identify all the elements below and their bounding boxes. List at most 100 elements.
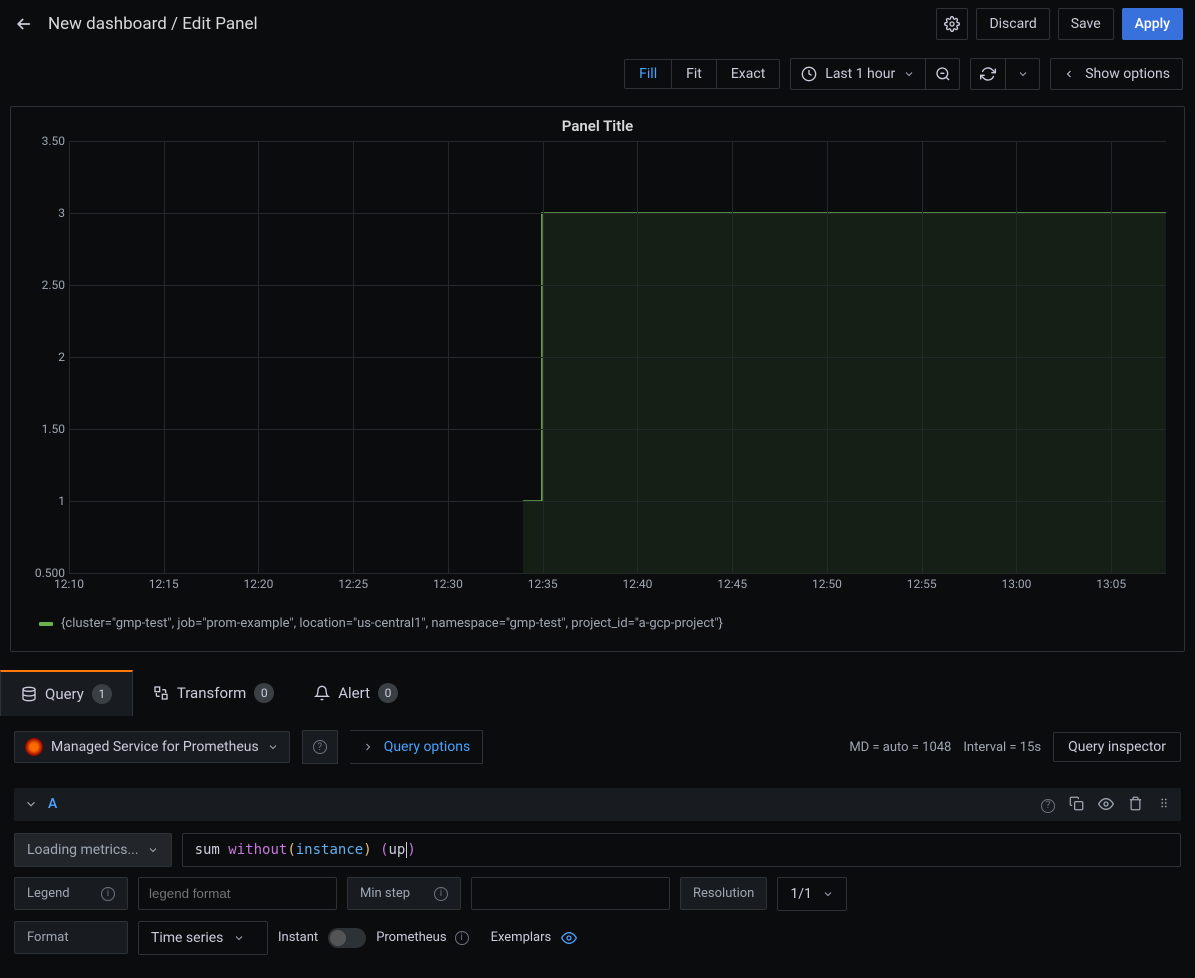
info-icon: i <box>455 931 469 945</box>
zoom-out-button[interactable] <box>925 59 959 89</box>
legend-swatch <box>39 622 53 626</box>
x-tick-label: 12:40 <box>622 577 652 591</box>
y-tick-label: 3.50 <box>42 134 65 148</box>
refresh-group <box>970 58 1040 90</box>
panel-title: Panel Title <box>11 107 1184 141</box>
query-ref-label[interactable]: A <box>48 796 1041 812</box>
query-inspector-button[interactable]: Query inspector <box>1053 732 1181 762</box>
time-range-label: Last 1 hour <box>825 66 895 82</box>
back-button[interactable] <box>12 12 36 36</box>
time-range-picker: Last 1 hour <box>790 58 960 90</box>
datasource-name: Managed Service for Prometheus <box>51 739 259 755</box>
tab-alert-label: Alert <box>338 684 370 702</box>
breadcrumb: New dashboard / Edit Panel <box>48 14 936 34</box>
chevron-down-icon <box>233 932 245 944</box>
refresh-button[interactable] <box>971 59 1005 89</box>
info-icon: i <box>101 887 115 901</box>
discard-button[interactable]: Discard <box>976 8 1049 40</box>
resolution-select[interactable]: 1/1 <box>777 877 847 911</box>
resolution-value: 1/1 <box>790 886 812 902</box>
format-select[interactable]: Time series <box>138 921 268 955</box>
metrics-browser-label: Loading metrics... <box>27 842 139 858</box>
chart-area[interactable]: 0.50011.5022.5033.50 <box>69 141 1166 573</box>
save-button[interactable]: Save <box>1058 8 1114 40</box>
delete-query-button[interactable] <box>1128 796 1143 813</box>
chevron-down-icon <box>24 797 38 811</box>
x-tick-label: 12:30 <box>433 577 463 591</box>
prometheus-label: Prometheus i <box>376 930 468 945</box>
exemplars-group: Exemplars <box>491 930 578 946</box>
datasource-row: Managed Service for Prometheus ? Query o… <box>0 716 1195 778</box>
chevron-down-icon <box>822 888 834 900</box>
chevron-down-icon <box>1017 68 1029 80</box>
exact-button[interactable]: Exact <box>717 60 779 88</box>
trash-icon <box>1128 796 1143 811</box>
x-tick-label: 13:05 <box>1096 577 1126 591</box>
tab-query-label: Query <box>45 685 84 703</box>
x-tick-label: 13:00 <box>1001 577 1031 591</box>
legend-text: {cluster="gmp-test", job="prom-example",… <box>61 616 723 631</box>
chevron-left-icon <box>1063 68 1075 80</box>
y-tick-label: 2.50 <box>42 278 65 292</box>
x-tick-label: 12:25 <box>338 577 368 591</box>
refresh-interval-button[interactable] <box>1005 59 1039 89</box>
clock-icon <box>801 66 817 82</box>
format-value: Time series <box>151 930 223 946</box>
fill-button[interactable]: Fill <box>625 60 672 88</box>
chevron-down-icon <box>903 68 915 80</box>
md-info: MD = auto = 1048 <box>849 740 951 755</box>
tab-transform[interactable]: Transform 0 <box>133 670 294 716</box>
x-tick-label: 12:45 <box>717 577 747 591</box>
show-options-label: Show options <box>1085 66 1170 82</box>
tab-alert[interactable]: Alert 0 <box>294 670 418 716</box>
database-icon <box>21 686 37 702</box>
query-expression-input[interactable]: sum without(instance) (up) <box>182 833 1181 867</box>
toggle-query-visibility-button[interactable] <box>1098 796 1114 813</box>
panel-frame: Panel Title 0.50011.5022.5033.50 12:1012… <box>10 106 1185 652</box>
instant-label: Instant <box>278 930 318 945</box>
datasource-picker[interactable]: Managed Service for Prometheus <box>14 731 290 763</box>
duplicate-query-button[interactable] <box>1069 796 1084 813</box>
prometheus-logo-icon <box>25 738 43 756</box>
format-field-label: Format <box>14 921 128 954</box>
collapse-query-button[interactable] <box>24 797 38 811</box>
metrics-browser-button[interactable]: Loading metrics... <box>14 833 172 867</box>
show-options-button[interactable]: Show options <box>1050 58 1183 90</box>
copy-icon <box>1069 796 1084 811</box>
query-options-label: Query options <box>384 739 471 755</box>
exemplars-label: Exemplars <box>491 930 552 945</box>
exemplars-toggle[interactable] <box>561 930 577 946</box>
tabs-bar: Query 1 Transform 0 Alert 0 <box>0 670 1195 716</box>
tab-query[interactable]: Query 1 <box>0 670 133 716</box>
x-tick-label: 12:10 <box>54 577 84 591</box>
y-tick-label: 3 <box>58 206 65 220</box>
datasource-help-button[interactable]: ? <box>302 730 338 764</box>
fit-button[interactable]: Fit <box>672 60 717 88</box>
query-header: A ? <box>14 788 1181 821</box>
instant-toggle[interactable] <box>328 928 366 948</box>
minstep-input[interactable] <box>471 877 670 910</box>
time-range-button[interactable]: Last 1 hour <box>791 66 925 82</box>
drag-handle[interactable] <box>1157 796 1171 813</box>
minstep-field-label: Min step i <box>347 877 461 910</box>
y-tick-label: 1 <box>58 494 65 508</box>
bell-icon <box>314 685 330 701</box>
grip-icon <box>1157 796 1171 810</box>
settings-button[interactable] <box>936 8 968 40</box>
refresh-icon <box>980 66 996 82</box>
query-options-button[interactable]: Query options <box>350 730 484 764</box>
y-tick-label: 1.50 <box>42 422 65 436</box>
apply-button[interactable]: Apply <box>1122 8 1183 40</box>
eye-icon <box>561 930 577 946</box>
info-icon: i <box>434 887 448 901</box>
query-help-button[interactable]: ? <box>1041 796 1055 813</box>
y-tick-label: 2 <box>58 350 65 364</box>
x-tick-label: 12:55 <box>907 577 937 591</box>
chart-legend[interactable]: {cluster="gmp-test", job="prom-example",… <box>39 616 723 631</box>
tab-transform-label: Transform <box>177 684 246 702</box>
tab-alert-badge: 0 <box>378 683 398 703</box>
legend-format-input[interactable] <box>138 877 337 910</box>
tab-query-badge: 1 <box>92 684 112 704</box>
interval-info: Interval = 15s <box>963 740 1041 755</box>
chevron-down-icon <box>267 741 279 753</box>
